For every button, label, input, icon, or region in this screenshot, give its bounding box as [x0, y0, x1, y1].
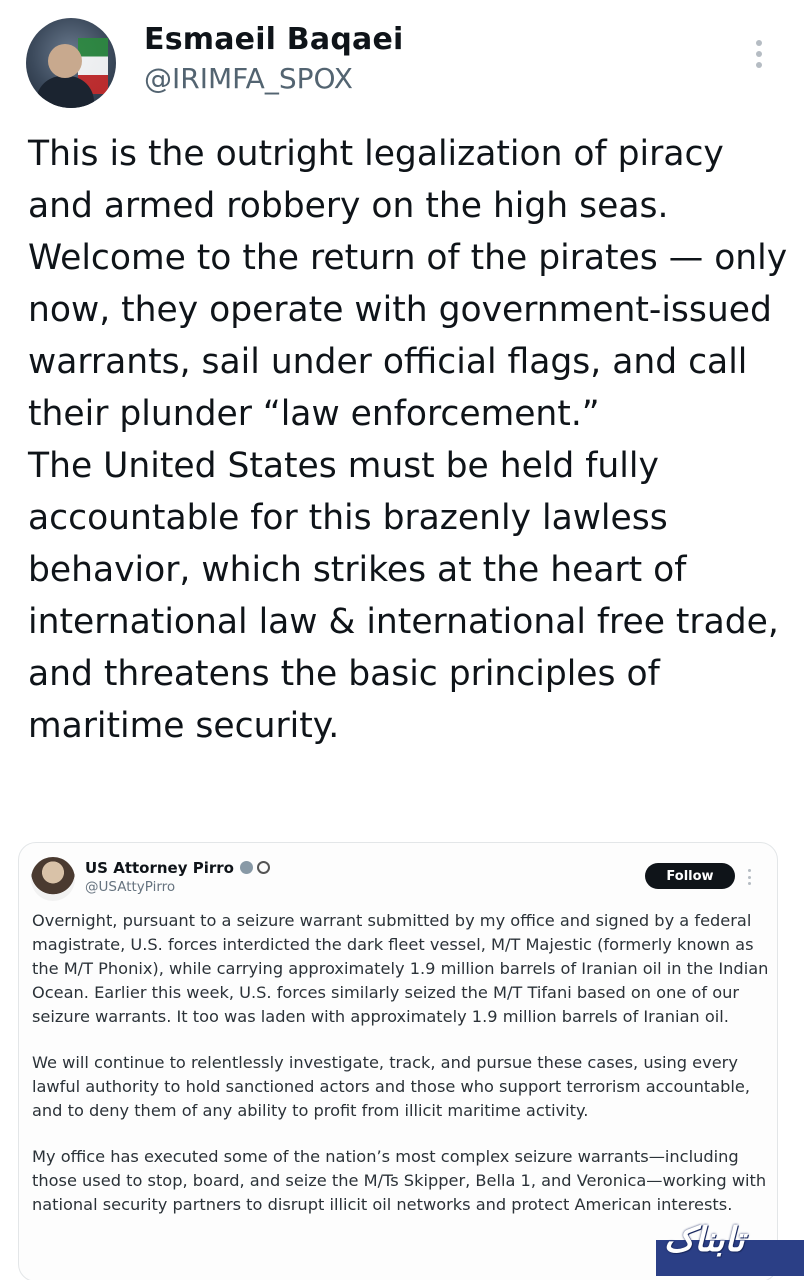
- quoted-author-name: US Attorney Pirro: [85, 859, 234, 877]
- quoted-author-handle[interactable]: @USAttyPirro: [85, 879, 175, 895]
- tweet-paragraph: The United States must be held fully acc…: [28, 446, 779, 746]
- quoted-tweet-card[interactable]: US Attorney Pirro @USAttyPirro Follow Ov…: [18, 842, 778, 1280]
- avatar-face: [48, 44, 82, 78]
- tabnak-watermark-logo: تابناک: [656, 1218, 804, 1280]
- quoted-author-name-row[interactable]: US Attorney Pirro: [85, 859, 270, 877]
- author-handle[interactable]: @IRIMFA_SPOX: [144, 62, 353, 95]
- quoted-paragraph: Overnight, pursuant to a seizure warrant…: [32, 911, 769, 1026]
- affiliation-badge-icon: [256, 861, 270, 874]
- quoted-paragraph: My office has executed some of the natio…: [32, 1147, 767, 1214]
- more-options-icon[interactable]: [746, 36, 772, 72]
- quoted-tweet-text: Overnight, pursuant to a seizure warrant…: [32, 909, 772, 1239]
- quoted-author-avatar[interactable]: [31, 857, 75, 901]
- author-avatar[interactable]: [26, 18, 116, 108]
- watermark-text: تابناک: [664, 1220, 745, 1260]
- quoted-more-options-icon[interactable]: [748, 869, 754, 885]
- tweet-header: Esmaeil Baqaei @IRIMFA_SPOX: [0, 0, 804, 120]
- author-name[interactable]: Esmaeil Baqaei: [144, 22, 403, 57]
- verified-badge-icon: [239, 861, 253, 874]
- tweet-text: This is the outright legalization of pir…: [28, 128, 788, 752]
- tweet-paragraph: This is the outright legalization of pir…: [28, 134, 788, 434]
- follow-button[interactable]: Follow: [645, 863, 735, 889]
- quoted-paragraph: We will continue to relentlessly investi…: [32, 1053, 751, 1120]
